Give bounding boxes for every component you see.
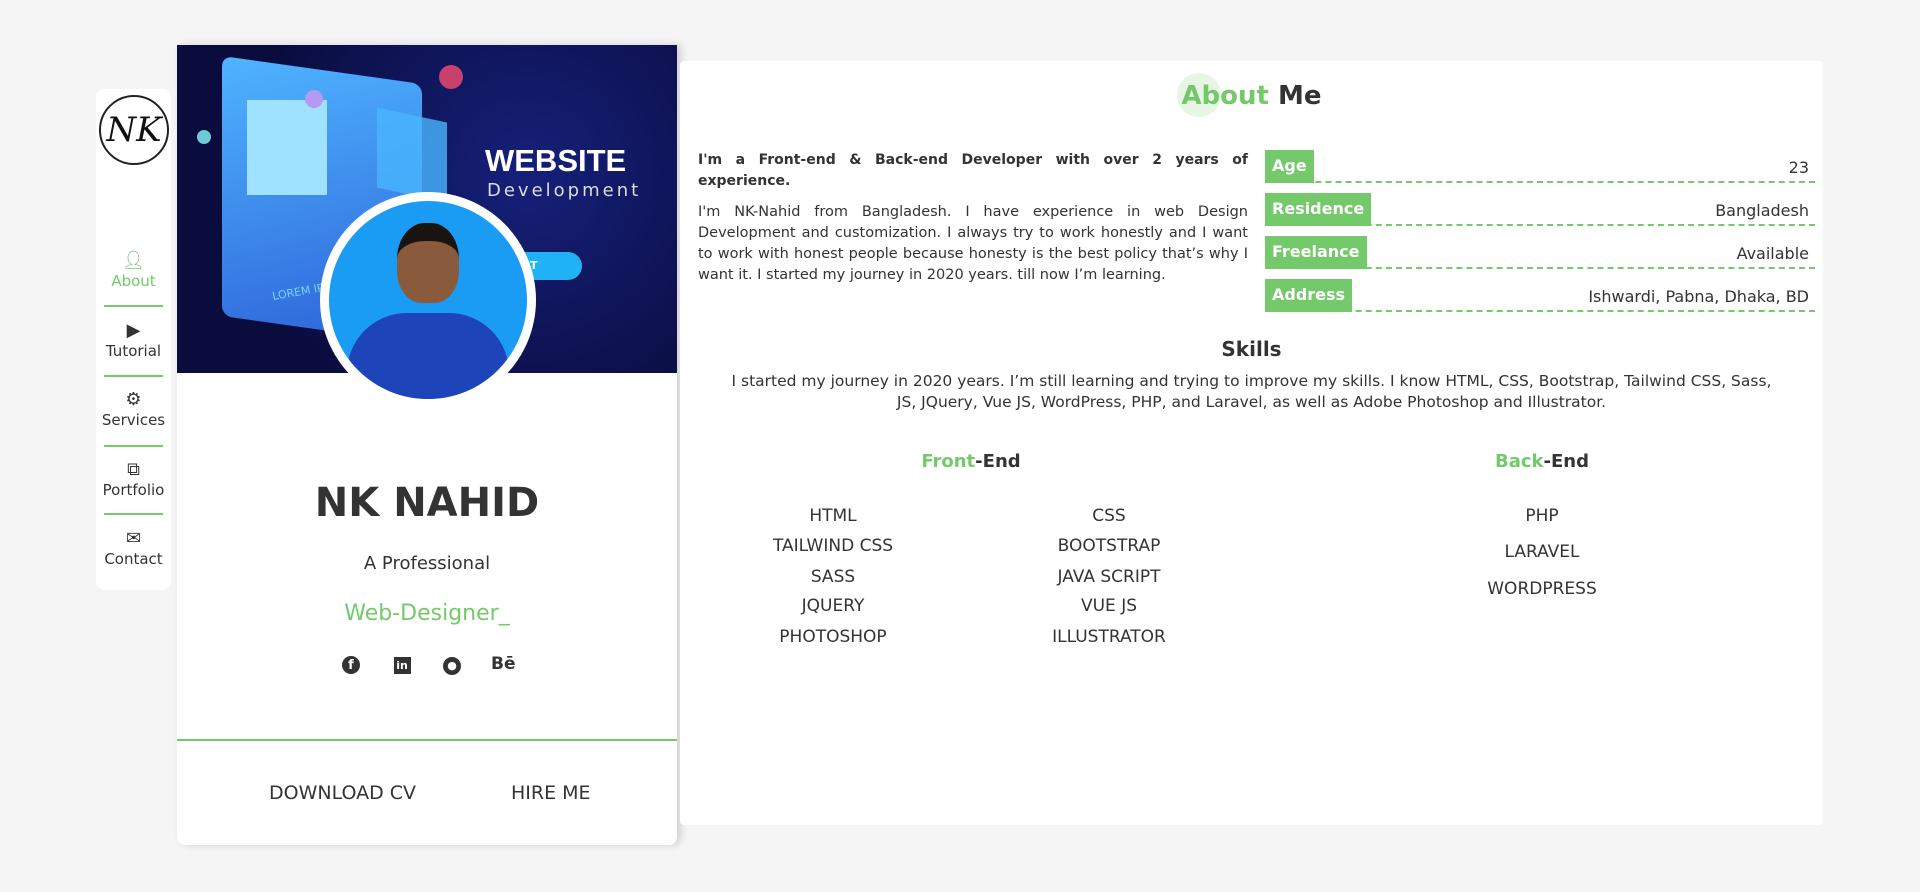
- divider: [104, 305, 163, 307]
- skill-item: PHOTOSHOP: [779, 627, 887, 647]
- about-panel: About Me I'm a Front-end & Back-end Deve…: [680, 61, 1823, 825]
- skill-item: PHP: [1525, 506, 1559, 526]
- gear-icon: ⚙: [125, 389, 142, 410]
- crop-icon: ⧉: [127, 459, 140, 480]
- sidebar-nav: NK 👤︎ About ▶ Tutorial ⚙ Services ⧉ Portfoli…: [96, 89, 171, 590]
- info-key: Freelance: [1265, 236, 1367, 269]
- skill-item: SASS: [810, 567, 856, 587]
- sidebar-item-label: Portfolio: [102, 481, 165, 499]
- play-icon: ▶: [126, 320, 141, 341]
- info-row: Address Ishwardi, Pabna, Dhaka, BD: [1265, 279, 1815, 312]
- skill-item: WORDPRESS: [1487, 579, 1597, 599]
- info-value: Ishwardi, Pabna, Dhaka, BD: [1588, 287, 1809, 306]
- banner-orb: [197, 130, 211, 144]
- info-row: Freelance Available: [1265, 236, 1815, 269]
- skill-item: HTML: [809, 506, 857, 526]
- download-cv-button[interactable]: DOWNLOAD CV: [269, 782, 416, 804]
- banner-orb: [305, 90, 323, 108]
- bio: I'm NK-Nahid from Bangladesh. I have exp…: [698, 204, 1248, 283]
- linkedin-icon[interactable]: in: [391, 654, 413, 674]
- banner-screen-panel: [377, 107, 447, 203]
- behance-icon[interactable]: Bē: [491, 654, 516, 674]
- user-icon: 👤︎: [122, 250, 145, 271]
- skills-text: I started my journey in 2020 years. I’m …: [731, 372, 1772, 411]
- profile-photo: [320, 192, 536, 408]
- hire-me-button[interactable]: HIRE ME: [511, 782, 591, 804]
- banner-title: WEBSITE: [485, 143, 627, 178]
- info-row: Age 23: [1265, 150, 1815, 183]
- skill-item: JAVA SCRIPT: [1057, 567, 1161, 587]
- section-title: About Me: [680, 81, 1823, 111]
- headline: I'm a Front-end & Back-end Developer wit…: [698, 152, 1248, 189]
- profile-role: Web-Designer_: [344, 601, 510, 626]
- info-key: Age: [1265, 150, 1314, 183]
- sidebar-item-label: About: [111, 272, 156, 290]
- skill-item: TAILWIND CSS: [772, 536, 894, 556]
- profile-name: NK NAHID: [314, 480, 540, 526]
- info-value: 23: [1788, 158, 1809, 177]
- info-row: Residence Bangladesh: [1265, 193, 1815, 226]
- skill-item: LARAVEL: [1504, 542, 1580, 562]
- front-end-heading: Front-End: [921, 451, 1021, 472]
- sidebar-item-label: Tutorial: [105, 342, 162, 360]
- skill-item: CSS: [1092, 506, 1126, 526]
- facebook-icon[interactable]: f: [340, 654, 362, 674]
- back-end-heading: Back-End: [1495, 451, 1589, 472]
- banner-subtitle: Development: [487, 180, 642, 201]
- logo[interactable]: NK: [99, 95, 169, 165]
- sidebar-item-portfolio[interactable]: ⧉ Portfolio: [96, 459, 171, 499]
- info-value: Available: [1736, 244, 1809, 263]
- divider: [104, 445, 163, 447]
- sidebar-item-services[interactable]: ⚙ Services: [96, 389, 171, 429]
- info-value: Bangladesh: [1715, 201, 1809, 220]
- divider: [177, 739, 677, 741]
- github-icon[interactable]: ●: [441, 654, 463, 675]
- sidebar-item-contact[interactable]: ✉ Contact: [96, 528, 171, 568]
- sidebar-item-about[interactable]: 👤︎ About: [96, 250, 171, 290]
- banner-screen-panel: [247, 100, 327, 195]
- divider: [104, 375, 163, 377]
- divider: [104, 513, 163, 515]
- profile-card: WEBSITE Development START LOREM IPS NK N…: [177, 45, 677, 845]
- skill-item: ILLUSTRATOR: [1052, 627, 1166, 647]
- logo-text: NK: [106, 110, 162, 150]
- sidebar-item-tutorial[interactable]: ▶ Tutorial: [96, 320, 171, 360]
- info-key: Address: [1265, 279, 1353, 312]
- intro: I'm a Front-end & Back-end Developer wit…: [698, 150, 1248, 286]
- envelope-open-icon: ✉: [125, 528, 142, 549]
- title-accent: About: [1181, 81, 1269, 111]
- title-rest: Me: [1268, 81, 1322, 111]
- skills-title: Skills: [1221, 337, 1282, 361]
- skill-item: JQUERY: [801, 596, 865, 616]
- banner-orb: [439, 65, 463, 89]
- skill-item: VUE JS: [1080, 596, 1138, 616]
- sidebar-item-label: Contact: [104, 550, 163, 568]
- skill-item: BOOTSTRAP: [1057, 536, 1161, 556]
- info-key: Residence: [1265, 193, 1372, 226]
- sidebar-item-label: Services: [101, 411, 166, 429]
- profile-tagline: A Professional: [363, 553, 491, 574]
